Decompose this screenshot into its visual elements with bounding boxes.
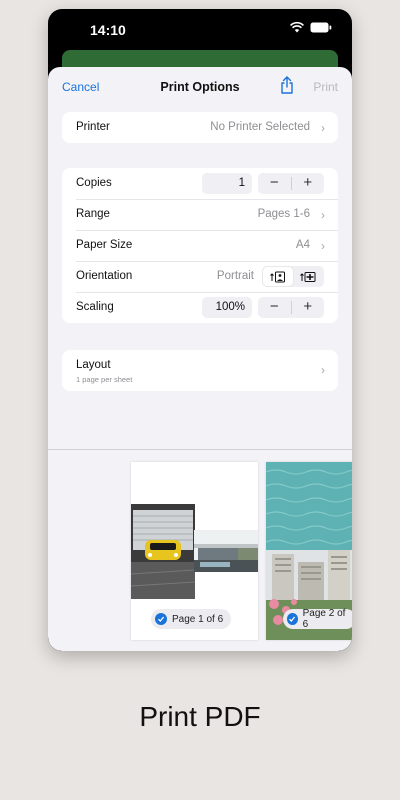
page-1-badge: Page 1 of 6 <box>151 609 232 629</box>
phone-frame: 14:10 Cancel Print Options Print Printer… <box>48 9 352 651</box>
range-row[interactable]: Range Pages 1-6 › <box>62 199 338 230</box>
checkmark-icon <box>155 613 167 625</box>
printer-label: Printer <box>76 121 110 133</box>
chevron-right-icon: › <box>321 208 325 222</box>
copies-input[interactable]: 1 <box>202 173 252 194</box>
page-preview-strip[interactable]: Page 1 of 6 Page 2 of 6 <box>48 450 352 651</box>
orientation-segmented-control <box>262 266 324 287</box>
scaling-stepper: − + <box>258 297 324 318</box>
range-value: Pages 1-6 <box>257 208 310 220</box>
orientation-label: Orientation <box>76 270 133 282</box>
paper-size-value: A4 <box>295 239 310 251</box>
chevron-right-icon: › <box>321 239 325 253</box>
layout-label: Layout <box>76 359 111 371</box>
paper-size-row[interactable]: Paper Size A4 › <box>62 230 338 261</box>
scaling-label: Scaling <box>76 301 114 313</box>
battery-icon <box>310 22 332 33</box>
decrement-button[interactable]: − <box>258 173 291 194</box>
checkmark-icon <box>287 613 298 625</box>
copies-row: Copies 1 − + <box>62 168 338 199</box>
orientation-row: Orientation Portrait <box>62 261 338 292</box>
wifi-icon <box>290 22 304 33</box>
feature-caption: Print PDF <box>139 701 261 732</box>
portrait-orientation-icon[interactable] <box>263 267 293 286</box>
increment-button[interactable]: + <box>292 173 325 194</box>
range-label: Range <box>76 208 110 220</box>
printer-card: Printer No Printer Selected › <box>62 112 338 143</box>
chevron-right-icon: › <box>321 121 325 135</box>
copies-label: Copies <box>76 177 112 189</box>
scaling-row: Scaling 100% − + <box>62 292 338 323</box>
status-icons <box>290 22 332 33</box>
orientation-value: Portrait <box>216 270 254 282</box>
print-settings-card: Copies 1 − + Range Pages 1-6 › Paper Siz… <box>62 168 338 323</box>
layout-row[interactable]: Layout 1 page per sheet › <box>62 350 338 391</box>
landscape-orientation-icon[interactable] <box>293 267 323 286</box>
ocean-photo <box>266 462 352 550</box>
modern-house-photo <box>194 530 258 572</box>
printer-row[interactable]: Printer No Printer Selected › <box>62 112 338 143</box>
print-options-sheet: Cancel Print Options Print Printer No Pr… <box>48 67 352 651</box>
page-preview-2[interactable]: Page 2 of 6 <box>266 462 352 640</box>
copies-stepper: − + <box>258 173 324 194</box>
chevron-right-icon: › <box>321 363 325 377</box>
status-bar: 14:10 <box>48 9 352 53</box>
increment-button[interactable]: + <box>292 297 325 318</box>
share-icon[interactable] <box>280 76 294 99</box>
page-2-badge: Page 2 of 6 <box>283 608 352 630</box>
paper-size-label: Paper Size <box>76 239 133 251</box>
nav-bar: Cancel Print Options Print <box>48 67 352 107</box>
printer-value: No Printer Selected <box>210 121 310 133</box>
scaling-input[interactable]: 100% <box>202 297 252 318</box>
decrement-button[interactable]: − <box>258 297 291 318</box>
status-time: 14:10 <box>90 22 126 38</box>
print-button[interactable]: Print <box>313 80 338 94</box>
page-preview-1[interactable]: Page 1 of 6 <box>131 462 258 640</box>
garage-car-photo <box>131 504 195 599</box>
page-2-label: Page 2 of 6 <box>302 608 346 630</box>
page-1-label: Page 1 of 6 <box>172 613 224 625</box>
layout-subtitle: 1 page per sheet <box>76 375 133 384</box>
page-title: Print Options <box>160 80 240 94</box>
